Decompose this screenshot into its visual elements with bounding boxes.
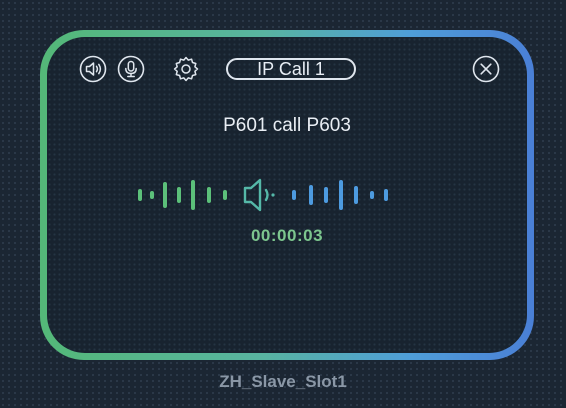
audio-wave-graphic xyxy=(138,178,388,212)
slot-label: ZH_Slave_Slot1 xyxy=(219,372,347,391)
call-title: P601 call P603 xyxy=(223,115,351,136)
call-frame: IP Call 1 P601 call P603 00:00:03 xyxy=(40,30,534,360)
microphone-icon-graphic xyxy=(117,55,145,83)
settings-icon[interactable] xyxy=(171,54,201,84)
call-timer: 00:00:03 xyxy=(250,226,324,245)
call-channel-badge[interactable]: IP Call 1 xyxy=(226,58,356,80)
settings-icon-graphic xyxy=(173,56,199,82)
close-icon-graphic xyxy=(472,55,500,83)
wave-bars-left xyxy=(138,180,227,210)
call-panel: IP Call 1 P601 call P603 00:00:03 xyxy=(47,37,527,353)
call-screen: IP Call 1 P601 call P603 00:00:03 ZH_Sla… xyxy=(0,0,566,408)
volume-icon-graphic xyxy=(79,55,107,83)
speaker-icon xyxy=(243,178,275,212)
close-icon[interactable] xyxy=(471,54,501,84)
audio-wave-indicator xyxy=(47,173,527,217)
microphone-icon[interactable] xyxy=(116,54,146,84)
call-toolbar: IP Call 1 xyxy=(78,54,501,84)
wave-bars-right xyxy=(292,180,388,210)
volume-icon[interactable] xyxy=(78,54,108,84)
